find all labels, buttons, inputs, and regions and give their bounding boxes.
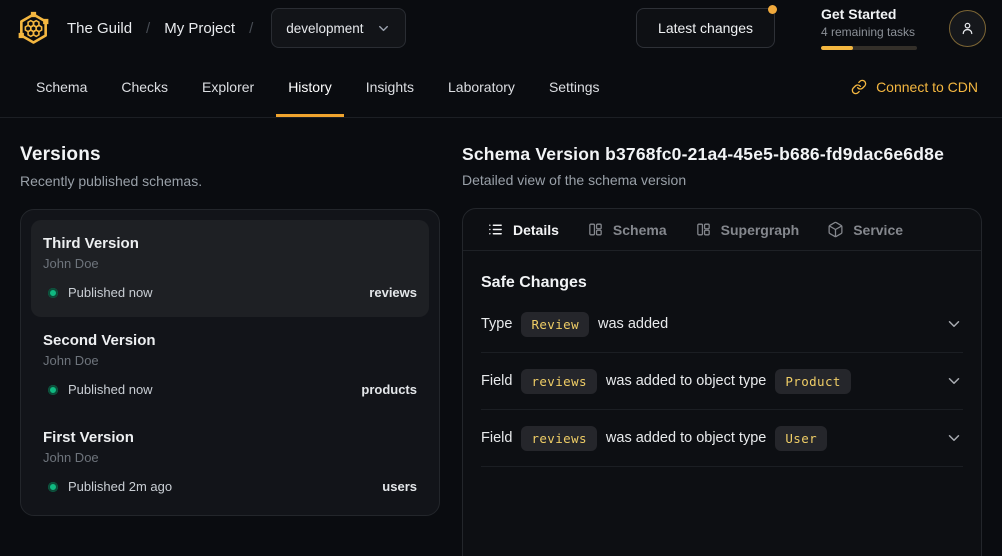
version-service: products — [361, 382, 417, 397]
versions-column: Versions Recently published schemas. Thi… — [20, 118, 440, 556]
chevron-down-icon[interactable] — [945, 429, 963, 447]
version-name: Third Version — [43, 235, 417, 252]
change-badge: Product — [775, 369, 850, 394]
change-row[interactable]: Type Review was added — [481, 296, 963, 353]
tab-laboratory[interactable]: Laboratory — [436, 56, 527, 117]
tab-explorer[interactable]: Explorer — [190, 56, 266, 117]
published-status-dot — [48, 288, 58, 298]
main-content: Versions Recently published schemas. Thi… — [0, 118, 1002, 556]
notification-dot — [768, 5, 777, 14]
tab-supergraph[interactable]: Supergraph — [681, 209, 814, 250]
schema-version-column: Schema Version b3768fc0-21a4-45e5-b686-f… — [462, 118, 982, 556]
chevron-down-icon[interactable] — [945, 372, 963, 390]
change-text: Field — [481, 430, 512, 446]
chevron-down-icon[interactable] — [945, 315, 963, 333]
panels-icon — [695, 221, 712, 238]
change-text: Type — [481, 316, 512, 332]
app-header: The Guild / My Project / development Lat… — [0, 0, 1002, 56]
tab-settings[interactable]: Settings — [537, 56, 612, 117]
tab-history[interactable]: History — [276, 56, 344, 117]
change-badge: Review — [521, 312, 589, 337]
connect-to-cdn-label: Connect to CDN — [876, 79, 978, 95]
latest-changes-label: Latest changes — [658, 20, 753, 36]
change-row[interactable]: Field reviews was added to object type U… — [481, 410, 963, 467]
tab-details-label: Details — [513, 222, 559, 238]
change-text: was added to object type — [606, 430, 766, 446]
versions-list: Third Version John Doe Published now rev… — [20, 209, 440, 516]
breadcrumb-org[interactable]: The Guild — [67, 20, 132, 37]
tab-schema[interactable]: Schema — [24, 56, 99, 117]
tab-insights[interactable]: Insights — [354, 56, 426, 117]
header-right-cluster: Latest changes Get Started 4 remaining t… — [636, 6, 986, 50]
published-status-dot — [48, 482, 58, 492]
target-selector-value: development — [286, 21, 363, 36]
tab-service-label: Service — [853, 222, 903, 238]
version-list-item[interactable]: Second Version John Doe Published now pr… — [31, 317, 429, 414]
change-text: Field — [481, 373, 512, 389]
tab-schema-sdl[interactable]: Schema — [573, 209, 681, 250]
chevron-down-icon — [376, 21, 391, 36]
breadcrumb-separator: / — [146, 20, 150, 37]
change-badge: reviews — [521, 426, 596, 451]
version-list-item[interactable]: First Version John Doe Published 2m ago … — [31, 414, 429, 511]
latest-changes-button[interactable]: Latest changes — [636, 8, 775, 48]
schema-version-subtitle: Detailed view of the schema version — [462, 172, 982, 188]
tab-checks[interactable]: Checks — [109, 56, 180, 117]
link-icon — [851, 79, 867, 95]
published-status-dot — [48, 385, 58, 395]
version-name: Second Version — [43, 332, 417, 349]
safe-changes-heading: Safe Changes — [481, 274, 963, 292]
primary-nav: Schema Checks Explorer History Insights … — [0, 56, 1002, 118]
change-text: was added — [598, 316, 668, 332]
version-author: John Doe — [43, 256, 417, 271]
detail-tab-bar: Details Schema — [463, 209, 981, 251]
get-started-subtitle: 4 remaining tasks — [821, 25, 917, 39]
get-started-title: Get Started — [821, 6, 917, 22]
schema-version-panel: Details Schema — [462, 208, 982, 556]
change-badge: User — [775, 426, 827, 451]
change-row[interactable]: Field reviews was added to object type P… — [481, 353, 963, 410]
changes-section: Safe Changes Type Review was added Field… — [463, 251, 981, 467]
tab-details[interactable]: Details — [473, 209, 573, 250]
change-text: was added to object type — [606, 373, 766, 389]
version-list-item[interactable]: Third Version John Doe Published now rev… — [31, 220, 429, 317]
breadcrumb-separator: / — [249, 20, 253, 37]
version-service: reviews — [369, 285, 417, 300]
hive-logo-icon[interactable] — [16, 11, 51, 46]
version-service: users — [382, 479, 417, 494]
target-selector-dropdown[interactable]: development — [271, 8, 405, 48]
get-started-progress — [821, 46, 917, 50]
version-status: Published 2m ago — [68, 479, 172, 494]
versions-title: Versions — [20, 144, 440, 166]
version-author: John Doe — [43, 353, 417, 368]
versions-subtitle: Recently published schemas. — [20, 173, 440, 189]
breadcrumb-project[interactable]: My Project — [164, 20, 235, 37]
tab-schema-label: Schema — [613, 222, 667, 238]
get-started-progress-fill — [821, 46, 853, 50]
panels-icon — [587, 221, 604, 238]
version-status: Published now — [68, 382, 153, 397]
connect-to-cdn-link[interactable]: Connect to CDN — [851, 56, 978, 117]
user-icon — [959, 20, 976, 37]
cube-icon — [827, 221, 844, 238]
tab-service[interactable]: Service — [813, 209, 917, 250]
version-author: John Doe — [43, 450, 417, 465]
version-status: Published now — [68, 285, 153, 300]
version-name: First Version — [43, 429, 417, 446]
tab-supergraph-label: Supergraph — [721, 222, 800, 238]
user-avatar-button[interactable] — [949, 10, 986, 47]
schema-version-title: Schema Version b3768fc0-21a4-45e5-b686-f… — [462, 144, 982, 165]
change-badge: reviews — [521, 369, 596, 394]
get-started-widget[interactable]: Get Started 4 remaining tasks — [821, 6, 917, 50]
list-icon — [487, 221, 504, 238]
